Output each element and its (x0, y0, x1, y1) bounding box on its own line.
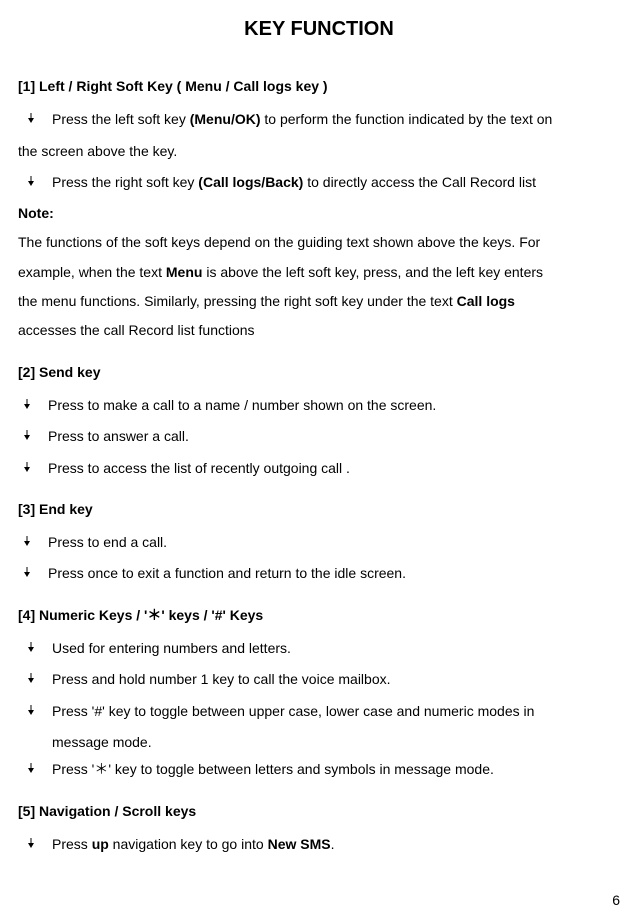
text-part: is above the left soft key, press, and t… (202, 264, 543, 280)
sec4-b3-text: Press '#' key to toggle between upper ca… (52, 698, 620, 725)
text-part: to directly access the Call Record list (303, 174, 536, 190)
bold-call-logs-back: (Call logs/Back) (198, 174, 303, 190)
section-2-heading: [2] Send key (18, 359, 620, 386)
section-3-heading: [3] End key (18, 496, 620, 523)
text-part: Press the right soft key (52, 174, 198, 190)
bold-menu: Menu (166, 264, 203, 280)
bullet-arrow-icon (26, 831, 52, 848)
sec2-b1-text: Press to make a call to a name / number … (48, 392, 620, 419)
note-line3: the menu functions. Similarly, pressing … (18, 288, 620, 315)
sec1-bullet-2: Press the right soft key (Call logs/Back… (20, 169, 620, 196)
sec4-bullet-2: Press and hold number 1 key to call the … (20, 666, 620, 693)
bullet-arrow-icon (26, 756, 52, 773)
text-part: navigation key to go into (109, 836, 268, 852)
note-line4: accesses the call Record list functions (18, 317, 620, 344)
text-part: the menu functions. Similarly, pressing … (18, 293, 457, 309)
sec4-b3-continuation: message mode. (52, 729, 620, 756)
bullet-arrow-icon (22, 392, 48, 409)
sec4-bullet-3: Press '#' key to toggle between upper ca… (20, 698, 620, 725)
section-4-heading: [4] Numeric Keys / '＊' keys / '#' Keys (18, 602, 620, 629)
sec4-b1-text: Used for entering numbers and letters. (52, 635, 620, 662)
note-line2: example, when the text Menu is above the… (18, 259, 620, 286)
bullet-arrow-icon (22, 455, 48, 472)
bullet-arrow-icon (26, 106, 52, 123)
text-part: Press the left soft key (52, 111, 190, 127)
sec1-b1-text: Press the left soft key (Menu/OK) to per… (52, 106, 620, 133)
text-part: Press (52, 836, 92, 852)
page-title: KEY FUNCTION (18, 10, 620, 49)
sec3-b2-text: Press once to exit a function and return… (48, 560, 620, 587)
bullet-arrow-icon (26, 698, 52, 715)
sec4-bullet-4: Press '＊' key to toggle between letters … (20, 756, 620, 783)
bold-call-logs: Call logs (457, 293, 515, 309)
sec2-bullet-1: Press to make a call to a name / number … (20, 392, 620, 419)
text-part: to perform the function indicated by the… (261, 111, 553, 127)
bullet-arrow-icon (22, 529, 48, 546)
sec2-b3-text: Press to access the list of recently out… (48, 455, 620, 482)
section-1-heading: [1] Left / Right Soft Key ( Menu / Call … (18, 73, 620, 100)
bullet-arrow-icon (22, 560, 48, 577)
bold-menu-ok: (Menu/OK) (190, 111, 261, 127)
note-line1: The functions of the soft keys depend on… (18, 229, 620, 256)
bold-new-sms: New SMS (268, 836, 331, 852)
bullet-arrow-icon (26, 666, 52, 683)
sec3-bullet-1: Press to end a call. (20, 529, 620, 556)
sec4-b2-text: Press and hold number 1 key to call the … (52, 666, 620, 693)
sec1-b2-text: Press the right soft key (Call logs/Back… (52, 169, 620, 196)
sec4-bullet-1: Used for entering numbers and letters. (20, 635, 620, 662)
bullet-arrow-icon (26, 635, 52, 652)
text-part: . (331, 836, 335, 852)
sec1-b1-continuation: the screen above the key. (18, 138, 620, 165)
bullet-arrow-icon (26, 169, 52, 186)
sec3-b1-text: Press to end a call. (48, 529, 620, 556)
sec2-bullet-2: Press to answer a call. (20, 423, 620, 450)
bold-up: up (92, 836, 109, 852)
sec5-b1-text: Press up navigation key to go into New S… (52, 831, 620, 858)
sec3-bullet-2: Press once to exit a function and return… (20, 560, 620, 587)
sec2-bullet-3: Press to access the list of recently out… (20, 455, 620, 482)
text-part: example, when the text (18, 264, 166, 280)
sec4-b4-text: Press '＊' key to toggle between letters … (52, 756, 620, 783)
page-number: 6 (612, 887, 620, 914)
section-5-heading: [5] Navigation / Scroll keys (18, 798, 620, 825)
sec1-bullet-1: Press the left soft key (Menu/OK) to per… (20, 106, 620, 133)
note-label: Note: (18, 200, 620, 227)
bullet-arrow-icon (22, 423, 48, 440)
sec2-b2-text: Press to answer a call. (48, 423, 620, 450)
sec5-bullet-1: Press up navigation key to go into New S… (20, 831, 620, 858)
note-label-bold: Note: (18, 205, 54, 221)
